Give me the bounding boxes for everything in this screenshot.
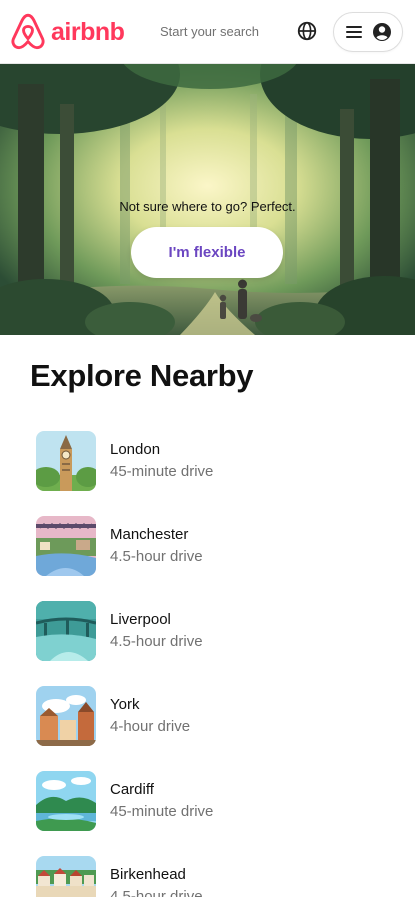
destination-drive-time: 4-hour drive bbox=[110, 718, 191, 735]
destination-drive-time: 4.5-hour drive bbox=[110, 633, 203, 650]
user-avatar-icon bbox=[373, 23, 391, 41]
destination-city: London bbox=[110, 441, 161, 458]
destination-drive-time: 45-minute drive bbox=[110, 463, 214, 480]
bridge-canal-icon bbox=[36, 516, 96, 576]
destination-drive-time: 4.5-hour drive bbox=[110, 548, 203, 565]
destination-city: York bbox=[110, 696, 140, 713]
destination-item-cardiff[interactable]: Cardiff 45-minute drive bbox=[36, 771, 396, 856]
destination-drive-time: 4.5-hour drive bbox=[110, 888, 203, 897]
village-icon bbox=[36, 856, 96, 897]
globe-icon[interactable] bbox=[296, 20, 320, 44]
hero-banner: Not sure where to go? Perfect. I'm flexi… bbox=[0, 64, 415, 335]
user-menu-button[interactable] bbox=[333, 12, 403, 52]
im-flexible-button[interactable]: I'm flexible bbox=[131, 227, 283, 278]
explore-nearby-list: London 45-minute drive Manchester 4.5-ho… bbox=[36, 431, 396, 897]
lake-hills-icon bbox=[36, 771, 96, 831]
old-town-icon bbox=[36, 686, 96, 746]
hero-tagline: Not sure where to go? Perfect. bbox=[119, 199, 296, 214]
destination-city: Cardiff bbox=[110, 781, 154, 798]
explore-nearby-heading: Explore Nearby bbox=[30, 358, 254, 393]
destination-item-york[interactable]: York 4-hour drive bbox=[36, 686, 396, 771]
hamburger-icon bbox=[346, 26, 362, 38]
destination-city: Birkenhead bbox=[110, 866, 186, 883]
destination-drive-time: 45-minute drive bbox=[110, 803, 214, 820]
airbnb-logo-icon bbox=[11, 13, 45, 50]
destination-item-manchester[interactable]: Manchester 4.5-hour drive bbox=[36, 516, 396, 601]
destination-item-liverpool[interactable]: Liverpool 4.5-hour drive bbox=[36, 601, 396, 686]
search-input[interactable]: Start your search bbox=[160, 24, 259, 39]
destination-item-london[interactable]: London 45-minute drive bbox=[36, 431, 396, 516]
destination-city: Manchester bbox=[110, 526, 189, 543]
brand-wordmark: airbnb bbox=[51, 17, 125, 46]
top-header: airbnb Start your search bbox=[0, 0, 415, 64]
big-ben-icon bbox=[36, 431, 96, 491]
destination-item-birkenhead[interactable]: Birkenhead 4.5-hour drive bbox=[36, 856, 396, 897]
airbnb-logo[interactable]: airbnb bbox=[10, 13, 125, 51]
bridge-river-icon bbox=[36, 601, 96, 661]
destination-city: Liverpool bbox=[110, 611, 171, 628]
